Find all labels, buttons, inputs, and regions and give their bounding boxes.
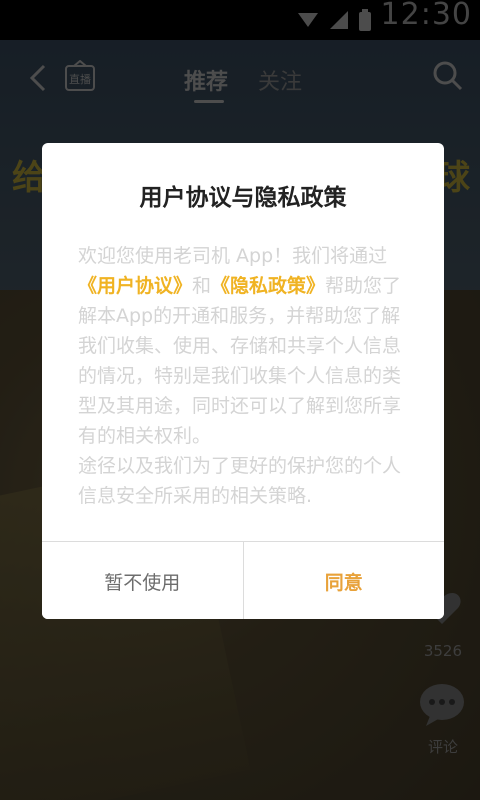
agree-button[interactable]: 同意 [243, 542, 444, 619]
dialog-title: 用户协议与隐私政策 [139, 185, 347, 211]
body-footer: 途径以及我们为了更好的保护您的个人信息安全所采用的相关策略. [78, 455, 402, 507]
decline-button[interactable]: 暂不使用 [42, 542, 244, 619]
body-intro: 欢迎您使用老司机 App！我们将通过 [78, 245, 388, 267]
privacy-dialog: 用户协议与隐私政策 欢迎您使用老司机 App！我们将通过《用户协议》和《隐私政策… [42, 143, 444, 619]
dialog-actions: 暂不使用 同意 [42, 541, 444, 619]
body-and: 和 [192, 275, 212, 297]
body-main: 帮助您了解本App的开通和服务，并帮助您了解我们收集、使用、存储和共享个人信息的… [78, 275, 402, 447]
dialog-body: 欢迎您使用老司机 App！我们将通过《用户协议》和《隐私政策》帮助您了解本App… [78, 241, 416, 511]
privacy-policy-link[interactable]: 《隐私政策》 [211, 275, 325, 297]
user-agreement-link[interactable]: 《用户协议》 [78, 275, 192, 297]
